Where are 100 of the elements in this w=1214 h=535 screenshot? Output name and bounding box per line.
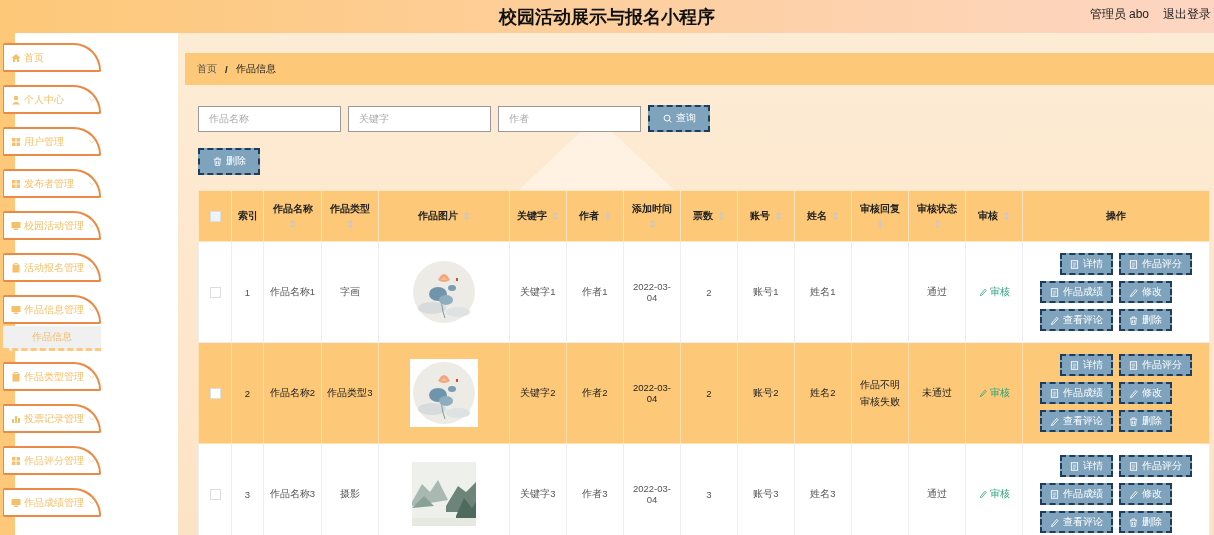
header-cell[interactable]: 审核回复 <box>851 190 909 242</box>
time-cell: 2022-03-04 <box>623 342 681 444</box>
search-field[interactable]: 作品名称 <box>198 105 341 132</box>
action-button[interactable]: 作品评分 <box>1119 253 1192 275</box>
menu-item[interactable]: 首页 <box>3 43 101 72</box>
menu-item[interactable]: 作品评分管理 <box>3 446 101 475</box>
checkbox[interactable] <box>209 287 221 298</box>
header-cell[interactable]: 姓名 <box>794 190 852 242</box>
header-cell[interactable]: 审核状态 <box>908 190 966 242</box>
sort-icon[interactable] <box>648 219 656 229</box>
header-cell[interactable]: 作品类型 <box>321 190 379 242</box>
action-button[interactable]: 详情 <box>1060 253 1113 275</box>
monitor-icon <box>11 497 21 508</box>
sort-icon[interactable] <box>346 219 354 229</box>
action-button[interactable]: 删除 <box>1119 511 1172 533</box>
header-cell[interactable]: 作者 <box>566 190 624 242</box>
name-cell: 作品名称1 <box>263 241 322 343</box>
action-button[interactable]: 详情 <box>1060 455 1113 477</box>
trash-icon <box>212 157 222 166</box>
pencil-icon <box>1050 315 1059 325</box>
menu-item[interactable]: 作品成绩管理 <box>3 488 101 517</box>
search-field[interactable]: 关键字 <box>348 105 491 132</box>
action-button[interactable]: 作品成绩 <box>1040 281 1113 303</box>
logout-link[interactable]: 退出登录 <box>1163 6 1211 23</box>
action-button[interactable]: 删除 <box>1119 410 1172 432</box>
author-cell: 作者2 <box>566 342 624 444</box>
chevron-icon <box>88 500 96 505</box>
document-icon <box>1070 259 1079 269</box>
action-button[interactable]: 删除 <box>1119 309 1172 331</box>
menu-item[interactable]: 校园活动管理 <box>3 211 101 240</box>
index-cell: 1 <box>231 241 264 343</box>
action-button[interactable]: 查看评论 <box>1040 410 1113 432</box>
action-button[interactable]: 查看评论 <box>1040 511 1113 533</box>
checkbox[interactable] <box>209 211 221 222</box>
action-button[interactable]: 作品评分 <box>1119 354 1192 376</box>
user-label: 管理员 abo <box>1089 6 1149 23</box>
chevron-icon <box>88 97 96 102</box>
audit-link[interactable]: 审核 <box>978 487 1010 501</box>
action-button[interactable]: 详情 <box>1060 354 1113 376</box>
sort-icon[interactable] <box>876 219 884 229</box>
breadcrumb-link[interactable]: 作品信息 <box>235 62 276 76</box>
menu-item[interactable]: 作品信息管理 <box>3 295 101 324</box>
menu-item[interactable]: 投票记录管理 <box>3 404 101 433</box>
sort-icon[interactable] <box>832 211 839 221</box>
sort-icon[interactable] <box>604 211 611 221</box>
action-button[interactable]: 作品成绩 <box>1040 483 1113 505</box>
account-cell: 账号1 <box>737 241 795 343</box>
document-icon <box>1129 360 1138 370</box>
sort-icon[interactable] <box>775 211 782 221</box>
action-button[interactable]: 修改 <box>1119 483 1172 505</box>
header-cell[interactable]: 票数 <box>680 190 738 242</box>
header-cell[interactable]: 添加时间 <box>623 190 681 242</box>
sort-icon[interactable] <box>463 211 470 221</box>
delete-button[interactable]: 删除 <box>198 148 260 175</box>
breadcrumb-separator: / <box>225 63 228 75</box>
breadcrumb-link[interactable]: 首页 <box>197 62 217 76</box>
menu-item[interactable]: 个人中心 <box>3 85 101 114</box>
chevron-icon <box>88 181 96 186</box>
trash-icon <box>1129 416 1138 426</box>
action-button[interactable]: 修改 <box>1119 382 1172 404</box>
action-button[interactable]: 作品成绩 <box>1040 382 1113 404</box>
header-cell[interactable]: 审核 <box>965 190 1023 242</box>
checkbox[interactable] <box>209 388 221 399</box>
pencil-icon <box>978 389 987 397</box>
menu-item[interactable]: 活动报名管理 <box>3 253 101 282</box>
header-cell[interactable]: 索引 <box>231 190 264 242</box>
sort-icon[interactable] <box>1003 211 1010 221</box>
time-cell: 2022-03-04 <box>623 241 681 343</box>
header-cell[interactable]: 作品图片 <box>378 190 510 242</box>
action-button[interactable]: 查看评论 <box>1040 309 1113 331</box>
sort-icon[interactable] <box>718 211 725 221</box>
submenu-item[interactable]: 作品信息 <box>3 326 101 351</box>
votes-cell: 2 <box>680 342 738 444</box>
header-cell[interactable]: 操作 <box>1022 190 1210 242</box>
sort-icon[interactable] <box>933 219 941 229</box>
document-icon <box>1129 259 1138 269</box>
trash-icon <box>1129 315 1138 325</box>
grid-icon <box>11 178 21 189</box>
action-button[interactable]: 修改 <box>1119 281 1172 303</box>
audit-link[interactable]: 审核 <box>978 285 1010 299</box>
action-button[interactable]: 作品评分 <box>1119 455 1192 477</box>
audit-link[interactable]: 审核 <box>978 386 1010 400</box>
sort-icon[interactable] <box>552 211 559 221</box>
name-cell: 作品名称2 <box>263 342 322 444</box>
menu-item[interactable]: 发布者管理 <box>3 169 101 198</box>
sort-icon[interactable] <box>289 219 296 229</box>
menu-item[interactable]: 用户管理 <box>3 127 101 156</box>
header-cell[interactable]: 账号 <box>737 190 795 242</box>
chevron-icon <box>88 374 96 379</box>
checkbox[interactable] <box>209 489 221 500</box>
person-cell: 姓名1 <box>794 241 852 343</box>
chevron-icon <box>88 139 96 144</box>
header-cell[interactable]: 关键字 <box>509 190 567 242</box>
document-icon <box>1129 461 1138 471</box>
menu-item[interactable]: 作品类型管理 <box>3 362 101 391</box>
person-cell: 姓名2 <box>794 342 852 444</box>
search-field[interactable]: 作者 <box>498 105 641 132</box>
header-cell[interactable]: 作品名称 <box>263 190 322 242</box>
status-cell: 未通过 <box>908 342 966 444</box>
search-button[interactable]: 查询 <box>648 105 710 132</box>
